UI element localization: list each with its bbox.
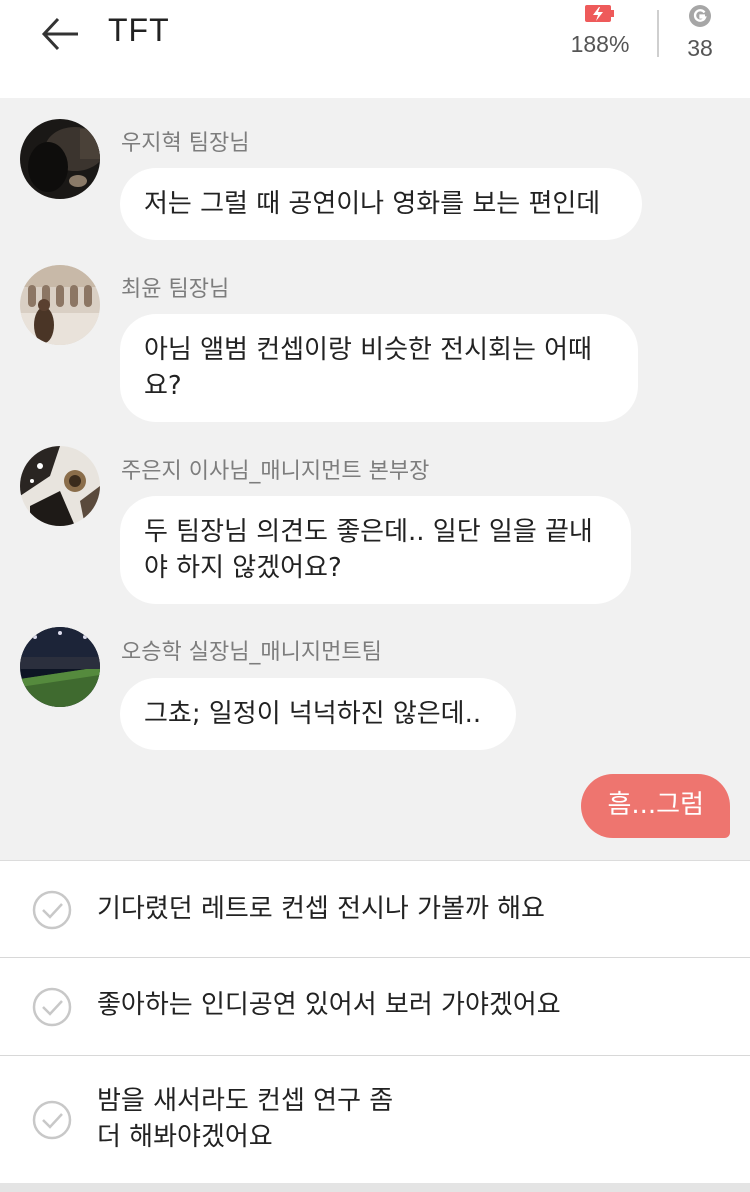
message-bubble: 두 팀장님 의견도 좋은데.. 일단 일을 끝내 야 하지 않겠어요? — [120, 496, 631, 604]
my-message-bubble: 흠...그럼 — [581, 774, 730, 838]
battery-icon — [585, 5, 614, 22]
points-value: 38 — [687, 35, 713, 61]
reply-option-text: 좋아하는 인디공연 있어서 보러 가야겠어요 — [97, 990, 561, 1020]
reply-option-text: 기다렸던 레트로 컨셉 전시나 가볼까 해요 — [97, 894, 545, 924]
reply-option[interactable]: 기다렸던 레트로 컨셉 전시나 가볼까 해요 — [0, 861, 750, 958]
chat-area[interactable]: 우지혁 팀장님 저는 그럴 때 공연이나 영화를 보는 편인데 최윤 팀장님 아… — [0, 98, 750, 860]
sender-name: 주은지 이사님_매니지먼트 본부장 — [121, 459, 430, 484]
check-circle-icon — [32, 987, 72, 1027]
reply-options: 기다렸던 레트로 컨셉 전시나 가볼까 해요 좋아하는 인디공연 있어서 보러 … — [0, 860, 750, 1192]
sender-name: 우지혁 팀장님 — [121, 131, 250, 156]
check-circle-icon — [32, 890, 72, 930]
reply-option[interactable]: 좋아하는 인디공연 있어서 보러 가야겠어요 — [0, 958, 750, 1056]
battery-value: 188% — [570, 31, 630, 57]
bottom-bar — [0, 1183, 750, 1192]
battery-stat: 188% — [564, 4, 636, 58]
message-bubble: 아님 앨범 컨셉이랑 비슷한 전시회는 어때 요? — [120, 314, 638, 422]
message-bubble: 저는 그럴 때 공연이나 영화를 보는 편인데 — [120, 168, 642, 240]
avatar[interactable] — [20, 627, 100, 707]
avatar[interactable] — [20, 265, 100, 345]
check-circle-icon — [32, 1100, 72, 1140]
app-header: TFT 188% 38 — [0, 0, 750, 98]
avatar[interactable] — [20, 119, 100, 199]
points-stat: 38 — [676, 4, 724, 62]
back-arrow-icon[interactable] — [40, 14, 80, 54]
chat-title: TFT — [108, 12, 170, 48]
g-coin-icon — [689, 5, 711, 27]
sender-name: 최윤 팀장님 — [121, 277, 230, 302]
avatar[interactable] — [20, 446, 100, 526]
message-bubble: 그쵸; 일정이 넉넉하진 않은데.. — [120, 678, 516, 750]
header-divider — [657, 10, 659, 57]
reply-option-text: 밤을 새서라도 컨셉 연구 좀 더 해봐야겠어요 — [97, 1086, 394, 1152]
sender-name: 오승학 실장님_매니지먼트팀 — [121, 640, 382, 665]
reply-option[interactable]: 밤을 새서라도 컨셉 연구 좀 더 해봐야겠어요 — [0, 1056, 750, 1184]
